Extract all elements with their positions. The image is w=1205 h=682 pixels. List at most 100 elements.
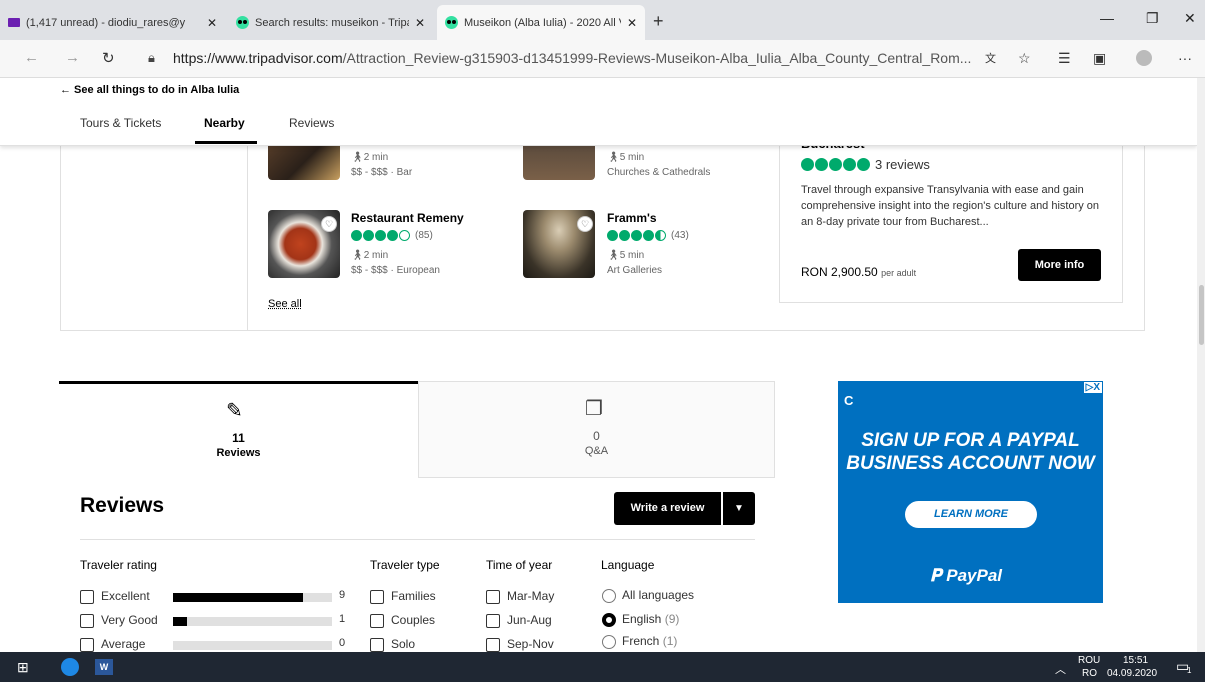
url-path: /Attraction_Review-g315903-d13451999-Rev… (342, 50, 972, 66)
restore-icon[interactable]: ❐ (1146, 10, 1159, 27)
tab-title: (1,417 unread) - diodiu_rares@y (26, 16, 186, 29)
checkbox-excellent[interactable] (80, 590, 94, 604)
time-of-year-label: Jun-Aug (507, 613, 552, 627)
review-count: (43) (671, 230, 689, 241)
paypal-logo: 𝐏 PayPal (930, 566, 1003, 585)
tour-review-count: 3 reviews (875, 157, 930, 172)
sticky-header: ← See all things to do in Alba Iulia Tou… (0, 78, 1197, 146)
tab-qa[interactable]: ❐ 0 Q&A (418, 381, 775, 478)
qa-icon: ❐ (585, 398, 603, 420)
radio-all-languages[interactable] (602, 589, 616, 603)
place-name[interactable]: Framm's (607, 211, 657, 225)
back-to-things-to-do-link[interactable]: ← See all things to do in Alba Iulia (60, 84, 239, 96)
radio-english[interactable] (602, 613, 616, 627)
tour-price: RON 2,900.50 per adult (801, 265, 917, 279)
save-heart-icon[interactable]: ♡ (321, 216, 337, 232)
collections-icon[interactable]: ▣ (1093, 50, 1106, 67)
checkbox-jun-aug[interactable] (486, 614, 500, 628)
close-tab-icon[interactable]: ✕ (627, 16, 637, 30)
radio-french[interactable] (602, 635, 616, 649)
translate-icon[interactable]: 文 (985, 50, 996, 66)
rating-bar (173, 593, 332, 602)
language-label: English (9) (622, 612, 680, 626)
place-category: Churches & Cathedrals (607, 167, 711, 178)
chevron-down-icon: ▼ (734, 503, 744, 514)
tab-reviews-nav[interactable]: Reviews (289, 116, 334, 130)
url-input[interactable]: https://www.tripadvisor.com/Attraction_R… (173, 50, 973, 66)
walk-distance: 🚶︎5 min (607, 152, 645, 163)
forward-icon[interactable]: → (65, 49, 80, 66)
close-window-icon[interactable]: ✕ (1184, 10, 1196, 27)
windows-start-icon[interactable]: ⊞ (17, 659, 29, 676)
tripadvisor-icon (236, 16, 249, 29)
active-tab-underline (195, 141, 257, 144)
write-review-button[interactable]: Write a review (614, 492, 721, 525)
address-bar: ← → ↻ 🔒︎ https://www.tripadvisor.com/Att… (0, 40, 1205, 78)
language-sub: RO (1082, 668, 1097, 679)
favorites-list-icon[interactable]: ☰ (1058, 50, 1071, 67)
paypal-icon: 𝐏 (930, 566, 942, 585)
place-category: $$ - $$$ · Bar (351, 167, 413, 178)
checkbox-very-good[interactable] (80, 614, 94, 628)
tab-nearby[interactable]: Nearby (204, 116, 245, 130)
rating-label: Very Good (101, 613, 158, 627)
scrollbar-thumb[interactable] (1199, 285, 1204, 345)
write-review-dropdown[interactable]: ▼ (723, 492, 755, 525)
rating-bubbles: (43) (607, 230, 689, 241)
minimize-icon[interactable]: — (1100, 10, 1114, 26)
see-all-link[interactable]: See all (268, 298, 302, 310)
new-tab-icon[interactable]: + (653, 11, 664, 32)
edge-icon[interactable] (61, 658, 79, 676)
ad-learn-more-button[interactable]: LEARN MORE (905, 501, 1037, 528)
ad-choices-icon[interactable]: ▷X (1083, 382, 1102, 393)
page-scrollbar[interactable] (1197, 78, 1205, 652)
tab-reviews[interactable]: ✎ 11 Reviews (59, 381, 418, 478)
close-tab-icon[interactable]: ✕ (207, 16, 217, 30)
close-tab-icon[interactable]: ✕ (415, 16, 425, 30)
browser-tab-search[interactable]: Search results: museikon - Tripad ✕ (228, 5, 433, 40)
checkbox-families[interactable] (370, 590, 384, 604)
walk-distance: 🚶︎2 min (351, 152, 389, 163)
more-menu-icon[interactable]: ··· (1178, 50, 1192, 66)
rating-label: Excellent (101, 589, 150, 603)
reviews-tab-label: Reviews (216, 447, 261, 459)
more-info-button[interactable]: More info (1018, 249, 1101, 281)
place-name[interactable]: Restaurant Remeny (351, 211, 464, 225)
qa-tab-label: Q&A (584, 445, 609, 457)
clock-time[interactable]: 15:51 (1123, 655, 1148, 666)
traveler-type-label: Families (391, 589, 436, 603)
clock-date[interactable]: 04.09.2020 (1107, 668, 1157, 679)
checkbox-mar-may[interactable] (486, 590, 500, 604)
refresh-icon[interactable]: ↻ (102, 49, 115, 67)
rating-bubbles: 3 reviews (801, 157, 930, 172)
lock-icon: 🔒︎ (148, 50, 155, 65)
checkbox-solo[interactable] (370, 638, 384, 652)
rating-bar (173, 641, 332, 650)
browser-tab-museikon[interactable]: Museikon (Alba Iulia) - 2020 All V ✕ (437, 5, 645, 40)
walk-distance: 🚶︎5 min (607, 250, 645, 261)
back-icon[interactable]: ← (24, 49, 39, 66)
word-icon[interactable]: W (95, 659, 113, 675)
language-indicator[interactable]: ROU (1078, 655, 1100, 666)
divider (247, 118, 248, 331)
traveler-type-label: Solo (391, 637, 416, 651)
ad-slogan: SIGN UP FOR A PAYPAL BUSINESS ACCOUNT NOW (846, 430, 1095, 474)
reviews-count: 11 (232, 431, 245, 445)
favorite-star-icon[interactable]: ☆ (1018, 50, 1031, 67)
checkbox-couples[interactable] (370, 614, 384, 628)
rating-count: 0 (339, 637, 346, 649)
paypal-ad[interactable]: C ▷X SIGN UP FOR A PAYPAL BUSINESS ACCOUN… (838, 381, 1103, 603)
checkbox-average[interactable] (80, 638, 94, 652)
tab-tours-tickets[interactable]: Tours & Tickets (80, 116, 161, 130)
save-heart-icon[interactable]: ♡ (577, 216, 593, 232)
edit-icon: ✎ (226, 400, 243, 422)
notification-count: 1 (1187, 666, 1192, 675)
qa-count: 0 (593, 429, 600, 443)
profile-avatar[interactable] (1136, 50, 1152, 66)
chevron-up-icon[interactable]: ︿ (1055, 661, 1066, 677)
time-of-year-title: Time of year (486, 558, 553, 572)
checkbox-sep-nov[interactable] (486, 638, 500, 652)
language-label: French (1) (622, 634, 678, 648)
rating-count: 9 (339, 589, 346, 601)
browser-tab-mail[interactable]: (1,417 unread) - diodiu_rares@y ✕ (0, 5, 225, 40)
